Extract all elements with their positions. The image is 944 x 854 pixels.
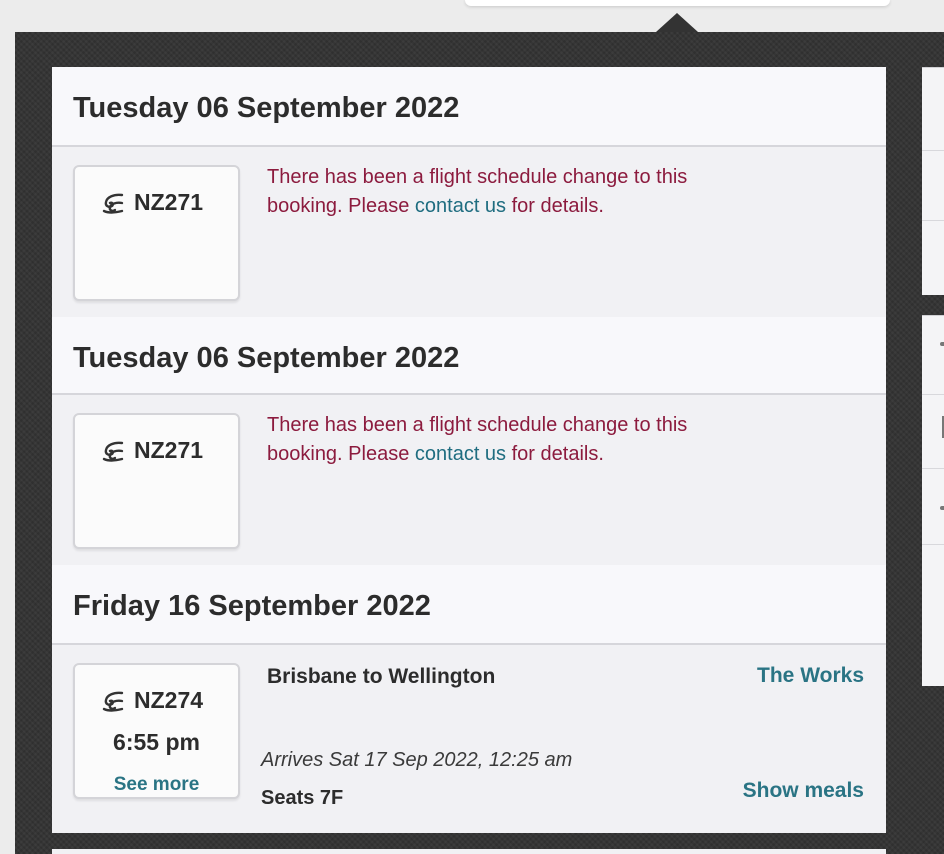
day-header: Tuesday 06 September 2022 [52,67,886,147]
arrival-info: Arrives Sat 17 Sep 2022, 12:25 am [261,749,573,771]
divider [922,220,944,221]
divider [922,544,944,545]
koru-icon [102,441,124,462]
flight-box[interactable]: NZ271 [73,165,240,301]
flight-code: NZ271 [100,437,203,464]
contact-us-link[interactable]: contact us [415,195,506,217]
notice-text-end: for details. [506,195,604,217]
partial-icon [940,506,944,510]
route-title: Brisbane to Wellington [267,665,496,688]
day-header: Friday 16 September 2022 [52,565,886,645]
top-bar [0,0,944,32]
koru-icon [102,691,124,712]
day-date: Friday 16 September 2022 [73,590,431,622]
flight-segment: NZ271 There has been a flight schedule c… [52,395,886,565]
divider [922,394,944,395]
itinerary-card: Tuesday 06 September 2022 NZ271 There ha… [52,67,886,833]
flight-number: NZ271 [134,189,204,215]
flight-number: NZ274 [134,687,204,713]
popover-pointer [656,13,698,32]
day-date: Tuesday 06 September 2022 [73,342,460,374]
flight-segment: NZ274 6:55 pm See more Brisbane to Welli… [52,645,886,830]
flight-box[interactable]: NZ271 [73,413,240,549]
schedule-change-notice: There has been a flight schedule change … [267,163,727,221]
show-meals-link[interactable]: Show meals [743,779,864,803]
divider [922,150,944,151]
flight-code: NZ274 [100,687,203,714]
background-card [922,315,944,686]
schedule-change-notice: There has been a flight schedule change … [267,411,727,469]
day-header: Tuesday 06 September 2022 [52,317,886,395]
flight-code: NZ271 [100,189,203,216]
contact-us-link[interactable]: contact us [415,443,506,465]
partial-icon [940,342,944,346]
koru-icon [102,193,124,214]
notice-text-end: for details. [506,443,604,465]
divider [922,468,944,469]
fare-type-link[interactable]: The Works [757,664,864,688]
flight-box[interactable]: NZ274 6:55 pm See more [73,663,240,799]
background-card [922,67,944,295]
top-tab-edge [465,0,890,6]
next-card-edge [52,849,886,854]
day-date: Tuesday 06 September 2022 [73,92,460,124]
flight-segment: NZ271 There has been a flight schedule c… [52,147,886,317]
flight-number: NZ271 [134,437,204,463]
departure-time: 6:55 pm [113,729,200,755]
seat-info: Seats 7F [261,787,344,809]
see-more-link[interactable]: See more [75,774,238,796]
